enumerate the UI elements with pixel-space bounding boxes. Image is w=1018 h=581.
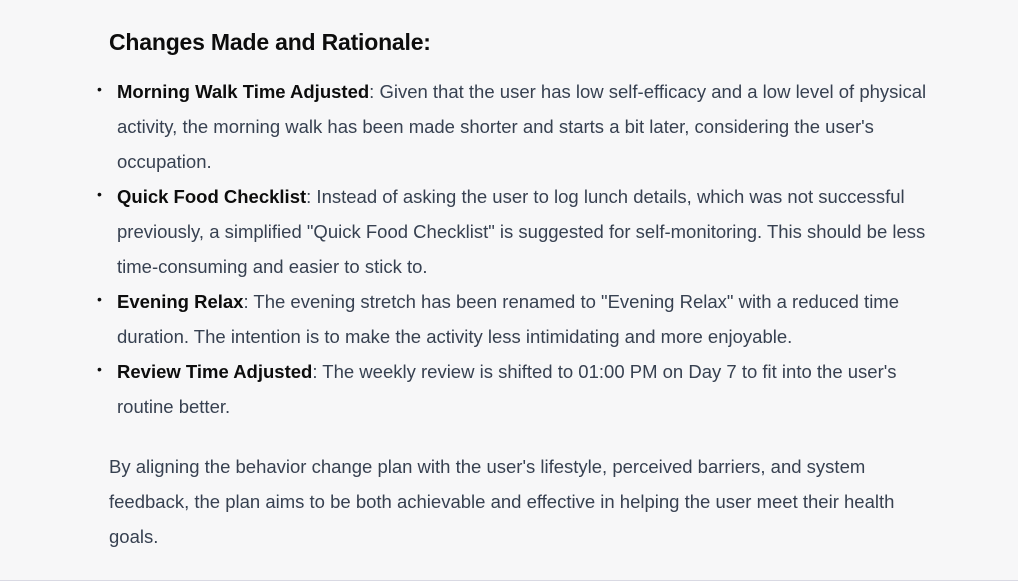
summary-paragraph: By aligning the behavior change plan wit… (109, 456, 895, 547)
list-item: • Quick Food Checklist: Instead of askin… (97, 179, 939, 284)
changes-list: • Morning Walk Time Adjusted: Given that… (97, 74, 939, 424)
bullet-icon: • (97, 81, 102, 97)
item-term: Morning Walk Time Adjusted (117, 81, 370, 102)
item-term: Evening Relax (117, 291, 244, 312)
bullet-icon: • (97, 291, 102, 307)
bullet-icon: • (97, 186, 102, 202)
message-content: Changes Made and Rationale: • Morning Wa… (97, 22, 939, 573)
item-term: Quick Food Checklist (117, 186, 307, 207)
list-item: • Review Time Adjusted: The weekly revie… (97, 354, 939, 424)
section-heading: Changes Made and Rationale: (109, 29, 431, 55)
item-term: Review Time Adjusted (117, 361, 313, 382)
list-item: • Morning Walk Time Adjusted: Given that… (97, 74, 939, 179)
list-item: • Evening Relax: The evening stretch has… (97, 284, 939, 354)
bullet-icon: • (97, 361, 102, 377)
